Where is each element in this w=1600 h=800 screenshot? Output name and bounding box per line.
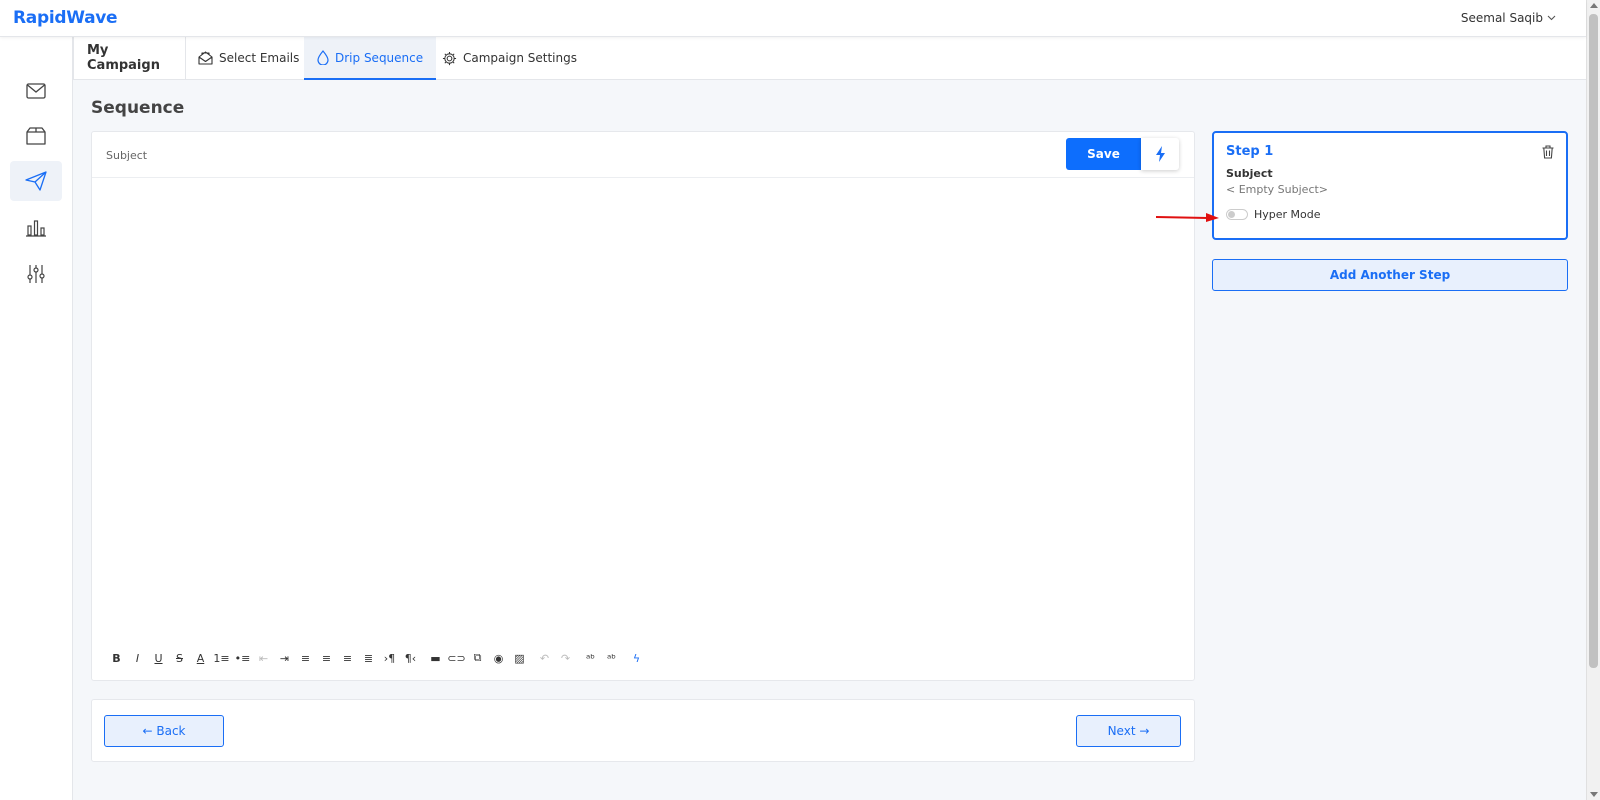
toolbar-spellcheck-button[interactable]: ᵃᵇ (580, 650, 601, 666)
toolbar-strikethrough-button[interactable]: S (169, 650, 190, 666)
sliders-icon (27, 265, 45, 283)
tab-label: Select Emails (219, 51, 300, 65)
toolbar-align-right-button[interactable]: ≡ (337, 650, 358, 666)
page-title: Sequence (91, 98, 185, 118)
toolbar-redo-button[interactable]: ↷ (555, 650, 576, 666)
toolbar-align-left-button[interactable]: ≡ (295, 650, 316, 666)
step-title: Step 1 (1226, 144, 1274, 159)
toolbar-lightning-button[interactable]: ϟ (626, 650, 647, 666)
tab-label: My Campaign (87, 43, 160, 73)
envelope-icon (26, 83, 46, 99)
user-menu[interactable]: Seemal Saqib (1461, 11, 1556, 25)
tab-select-emails[interactable]: Select Emails (185, 37, 312, 79)
subject-row: Save (92, 132, 1194, 178)
sidebar-item-inbox[interactable] (10, 71, 62, 111)
toolbar-underline-button[interactable]: U (148, 650, 169, 666)
top-bar: RapidWave Seemal Saqib (0, 0, 1586, 37)
sidebar-item-packages[interactable] (10, 116, 62, 156)
toolbar-undo-button[interactable]: ↶ (534, 650, 555, 666)
back-button[interactable]: ← Back (104, 715, 224, 747)
campaign-tabs: My Campaign Select Emails Drip Sequence … (73, 37, 1586, 80)
toolbar-italic-button[interactable]: I (127, 650, 148, 666)
toolbar-spellcheck-settings-button[interactable]: ᵃᵇ (601, 650, 622, 666)
scroll-down-arrow[interactable] (1590, 792, 1598, 797)
tab-drip-sequence[interactable]: Drip Sequence (304, 37, 437, 80)
gear-icon (442, 51, 457, 65)
sidebar-item-settings[interactable] (10, 254, 62, 294)
step-subject-label: Subject (1226, 167, 1273, 180)
tab-my-campaign[interactable]: My Campaign (73, 37, 186, 79)
step-card[interactable]: Step 1 Subject < Empty Subject> Hyper Mo… (1212, 131, 1568, 240)
tab-campaign-settings[interactable]: Campaign Settings (429, 37, 590, 79)
scroll-thumb[interactable] (1589, 14, 1598, 668)
sidebar-item-analytics[interactable] (10, 208, 62, 248)
toolbar-bold-button[interactable]: B (106, 650, 127, 666)
subject-input[interactable] (106, 144, 1006, 166)
toolbar-code-button[interactable]: ⧉ (467, 650, 488, 666)
toolbar-link-button[interactable]: ⊂⊃ (446, 650, 467, 666)
next-button[interactable]: Next → (1076, 715, 1181, 747)
app-logo[interactable]: RapidWave (13, 8, 118, 28)
bar-chart-icon (26, 220, 46, 237)
hyper-mode-toggle[interactable] (1226, 209, 1248, 220)
hyper-mode-label: Hyper Mode (1254, 208, 1321, 221)
trash-icon (1542, 145, 1554, 159)
toolbar-ordered-list-button[interactable]: 1≡ (211, 650, 232, 666)
lightning-icon (1155, 146, 1165, 162)
add-step-button[interactable]: Add Another Step (1212, 259, 1568, 291)
formatting-toolbar: B I U S A 1≡ •≡ ⇤ ⇥ ≡ ≡ ≡ ≣ ›¶ ¶‹ ▬ ⊂⊃ ⧉ ◉ ▨ ↶ ↷ ᵃᵇ ᵃᵇ ϟ (106, 650, 647, 666)
toolbar-align-center-button[interactable]: ≡ (316, 650, 337, 666)
toolbar-horizontal-rule-button[interactable]: ▬ (425, 650, 446, 666)
tab-label: Campaign Settings (463, 51, 577, 65)
editor-body[interactable] (92, 179, 1194, 639)
envelope-open-icon (198, 51, 213, 65)
user-name: Seemal Saqib (1460, 11, 1543, 25)
step-subject-value: < Empty Subject> (1226, 183, 1329, 196)
toolbar-unordered-list-button[interactable]: •≡ (232, 650, 253, 666)
save-button[interactable]: Save (1066, 138, 1141, 170)
sidebar (0, 37, 73, 800)
step-navigation: ← Back Next → (91, 699, 1195, 762)
sidebar-item-campaigns[interactable] (10, 161, 62, 201)
scroll-up-arrow[interactable] (1590, 3, 1598, 8)
toolbar-ltr-button[interactable]: ›¶ (379, 650, 400, 666)
toggle-knob (1228, 211, 1235, 218)
toolbar-image-button[interactable]: ▨ (509, 650, 530, 666)
annotation-arrow (1156, 213, 1219, 222)
drop-icon (317, 50, 329, 65)
tab-label: Drip Sequence (335, 50, 424, 65)
toolbar-outdent-button[interactable]: ⇤ (253, 650, 274, 666)
toolbar-preview-button[interactable]: ◉ (488, 650, 509, 666)
paper-plane-icon (25, 171, 47, 191)
toolbar-justify-button[interactable]: ≣ (358, 650, 379, 666)
chevron-down-icon (1547, 15, 1556, 21)
personalization-button[interactable] (1141, 138, 1179, 170)
toolbar-rtl-button[interactable]: ¶‹ (400, 650, 421, 666)
page-scrollbar[interactable] (1586, 0, 1600, 800)
toolbar-font-color-button[interactable]: A (190, 650, 211, 666)
delete-step-button[interactable] (1542, 145, 1554, 159)
toolbar-indent-button[interactable]: ⇥ (274, 650, 295, 666)
box-icon (26, 127, 46, 145)
email-editor: Save BIUSA1≡•≡⇤⇥≡≡≡≣›¶¶‹▬⊂⊃⧉◉▨↶↷ᵃᵇᵃᵇϟ (91, 131, 1195, 681)
